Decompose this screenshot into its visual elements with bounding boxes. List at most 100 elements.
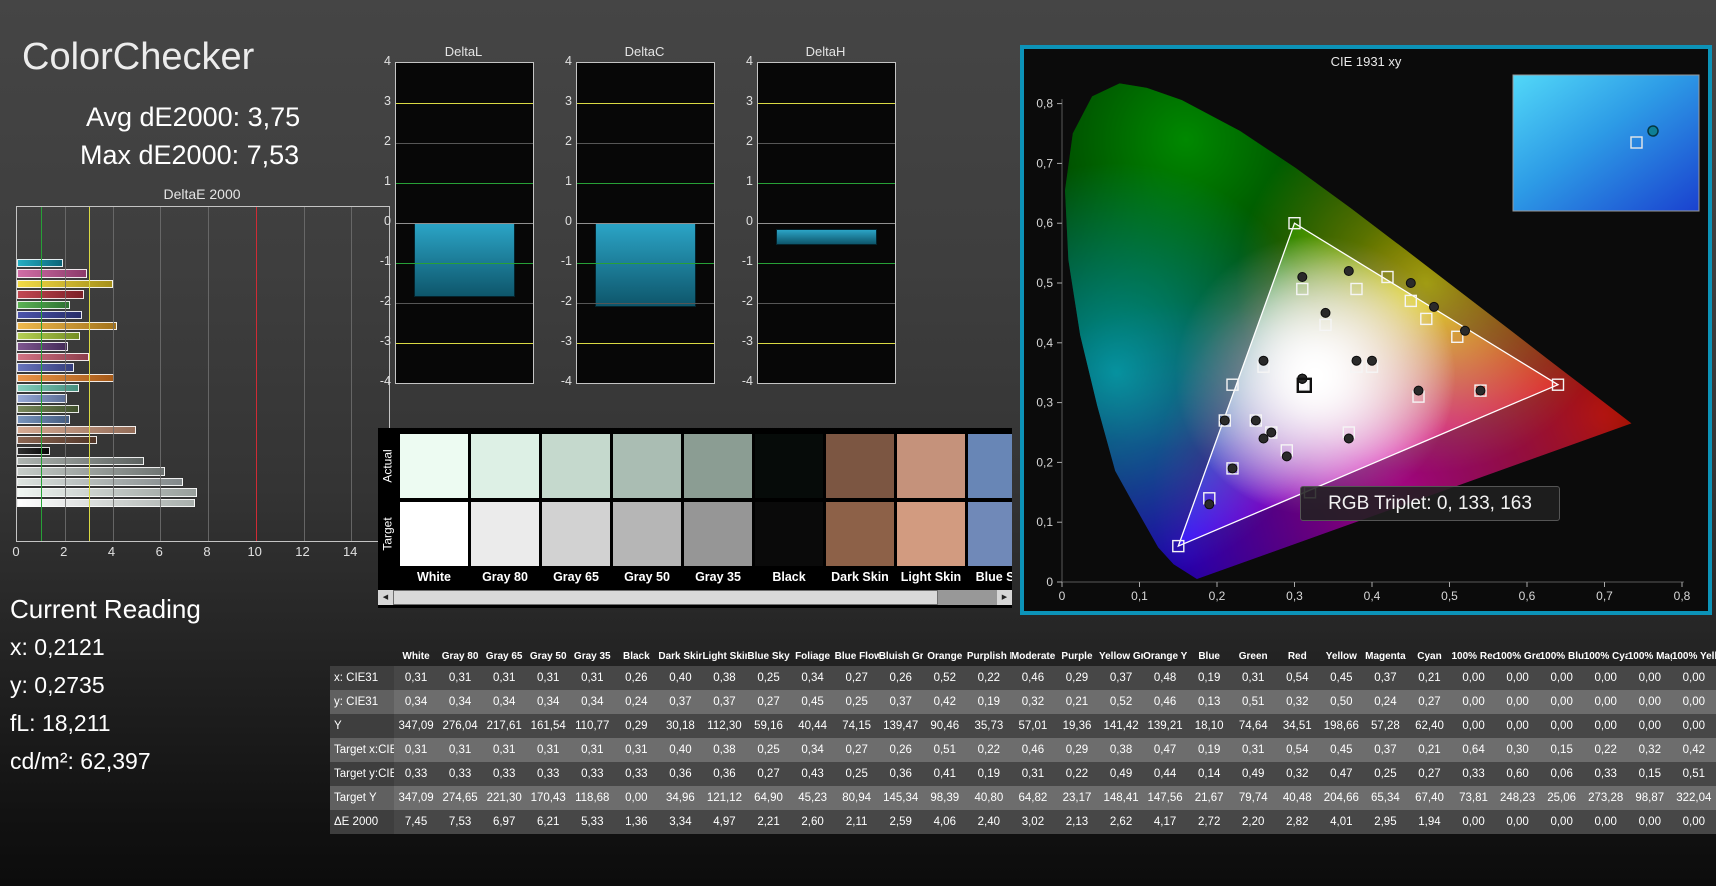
table-column-header: Purplish Blue (966, 651, 1011, 662)
table-cell: 80,94 (842, 792, 872, 804)
swatch-panel[interactable]: Actual Target White Gray 80 Gray 65 Gray 50 Gr… (378, 428, 1012, 608)
y-tick-label: 4 (565, 54, 572, 68)
table-cell: 0,37 (889, 696, 912, 708)
delta-chart-deltal[interactable]: DeltaL 4 3 2 1 0 -1 -2 -3 -4 (369, 44, 534, 400)
swatch-scrollbar[interactable]: ◀ ▶ (378, 590, 1012, 605)
svg-text:0,6: 0,6 (1519, 589, 1536, 603)
deltae-bar-yellow-green (17, 331, 80, 341)
table-cell: 2,62 (1109, 816, 1133, 828)
table-cell: 40,80 (974, 792, 1004, 804)
delta-chart-title: DeltaL (444, 44, 483, 59)
table-cell: 0,31 (1242, 672, 1265, 684)
table-column-header: Light Skin (702, 651, 747, 662)
table-cell: 65,34 (1371, 792, 1400, 804)
scrollbar-thumb[interactable] (393, 590, 938, 605)
y-tick-label: -1 (741, 254, 753, 268)
svg-text:0,7: 0,7 (1036, 156, 1053, 170)
deltae-bar-gray-35 (17, 456, 145, 466)
table-cell: 0,50 (1330, 696, 1353, 708)
table-row: Y 347,09 276,04 217,61 161,54 110,77 0,29 30,18… (330, 714, 1716, 738)
table-cell: 0,00 (1638, 816, 1661, 828)
table-cell: 0,00 (1506, 816, 1529, 828)
table-row: y: CIE31 0,34 0,34 0,34 0,34 0,34 0,24 0,37 0,37… (330, 690, 1716, 714)
svg-text:0,5: 0,5 (1441, 589, 1458, 603)
svg-text:0: 0 (1046, 575, 1053, 589)
table-column-header: Cyan (1417, 651, 1442, 662)
table-cell: 0,22 (977, 672, 1001, 684)
table-cell: 161,54 (530, 720, 566, 732)
x-tick-label: 4 (107, 544, 116, 559)
table-cell: 5,33 (581, 816, 604, 828)
table-cell: 0,00 (1506, 720, 1529, 732)
reference-line (577, 183, 714, 184)
table-cell: 0,25 (757, 744, 780, 756)
table-cell: 0,27 (1418, 696, 1441, 708)
y-tick-label: -4 (379, 374, 391, 388)
table-cell: 2,60 (801, 816, 824, 828)
table-cell: 0,34 (581, 696, 604, 708)
table-column-header: Moderate Red (1010, 651, 1055, 662)
scroll-right-button[interactable]: ▶ (997, 590, 1012, 605)
y-tick-label: 1 (384, 174, 391, 188)
deltae-bar-orange-yellow (17, 321, 117, 330)
table-cell: 0,00 (1594, 720, 1617, 732)
table-cell: 347,09 (398, 720, 434, 732)
x-tick-label: 2 (60, 544, 68, 559)
swatch-actual-white (400, 434, 468, 498)
deltae2000-plot (16, 206, 390, 542)
table-cell: 0,49 (1242, 768, 1265, 780)
table-cell: 0,34 (492, 696, 516, 708)
table-cell: 0,25 (845, 768, 868, 780)
delta-bar (594, 223, 697, 307)
cie-chart-title: CIE 1931 xy (1330, 54, 1402, 69)
grid-line (112, 207, 114, 541)
max-de2000-value: Max dE2000: 7,53 (80, 140, 300, 170)
table-cell: 0,00 (1594, 696, 1617, 708)
zoom-inset (1512, 74, 1700, 212)
table-cell: 4,17 (1153, 816, 1177, 828)
cie-chart[interactable]: 0 0 0,1 0,1 0,2 0,2 0,3 0,3 0,4 0,4 0,5 0,5 0,6 0,6 0,… (1020, 45, 1712, 615)
measured-marker (1343, 266, 1354, 276)
svg-text:0,4: 0,4 (1364, 589, 1381, 603)
table-cell: 0,30 (1506, 744, 1529, 756)
table-cell: 0,38 (1109, 744, 1133, 756)
swatch-actual-black (755, 434, 823, 498)
table-cell: 274,65 (442, 792, 478, 804)
cie-diagram: 00 0,1 0,1 0,2 0,2 0,3 0,3 0,4 0,4 0,5 0,5 0,6 0,6 0,… (1036, 74, 1700, 603)
reference-line (255, 207, 257, 541)
table-cell: 0,33 (1462, 768, 1485, 780)
table-cell: 0,29 (1065, 744, 1089, 756)
table-cell: 0,33 (1594, 768, 1617, 780)
table-cell: 0,64 (1462, 744, 1485, 756)
swatch-label: Light Skin (900, 570, 962, 584)
delta-bar (775, 229, 878, 245)
table-cell: 34,51 (1282, 720, 1312, 732)
swatch-label: Gray 65 (553, 570, 599, 584)
table-cell: 0,31 (581, 744, 604, 756)
table-column-header: Green (1238, 651, 1268, 662)
table-cell: 64,90 (754, 792, 783, 804)
delta-chart-deltah[interactable]: DeltaH 4 3 2 1 0 -1 -2 -3 -4 (731, 44, 896, 400)
table-cell: 2,21 (757, 816, 780, 828)
swatch-row-label: Target (381, 517, 396, 551)
scroll-left-button[interactable]: ◀ (378, 590, 393, 605)
swatch-label: Dark Skin (831, 570, 889, 584)
reference-line (396, 263, 533, 264)
table-row: ΔE 2000 7,45 7,53 6,97 6,21 5,33 1,36 3,34 4,97 2… (330, 810, 1716, 834)
table-cell: 90,46 (930, 720, 960, 732)
table-cell: 0,37 (1374, 744, 1397, 756)
table-row-label: Target Y (330, 786, 394, 810)
table-cell: 4,97 (713, 816, 736, 828)
measured-marker (1320, 307, 1331, 318)
table-cell: 0,31 (537, 744, 560, 756)
reading-cdm2: cd/m²: 62,397 (10, 748, 151, 774)
delta-chart-deltac[interactable]: DeltaC 4 3 2 1 0 -1 -2 -3 -4 (550, 44, 715, 400)
table-column-header: Gray 35 (573, 651, 611, 662)
table-cell: 1,36 (625, 816, 648, 828)
deltae-bar-blue (17, 311, 82, 320)
table-cell: 118,68 (575, 792, 610, 804)
deltae2000-chart[interactable]: DeltaE 2000 (16, 186, 390, 566)
table-row: Target x:CIE31 0,31 0,31 0,31 0,31 0,31 0,31 0,… (330, 738, 1716, 762)
table-cell: 0,22 (1065, 768, 1089, 780)
table-cell: 0,00 (1550, 696, 1573, 708)
